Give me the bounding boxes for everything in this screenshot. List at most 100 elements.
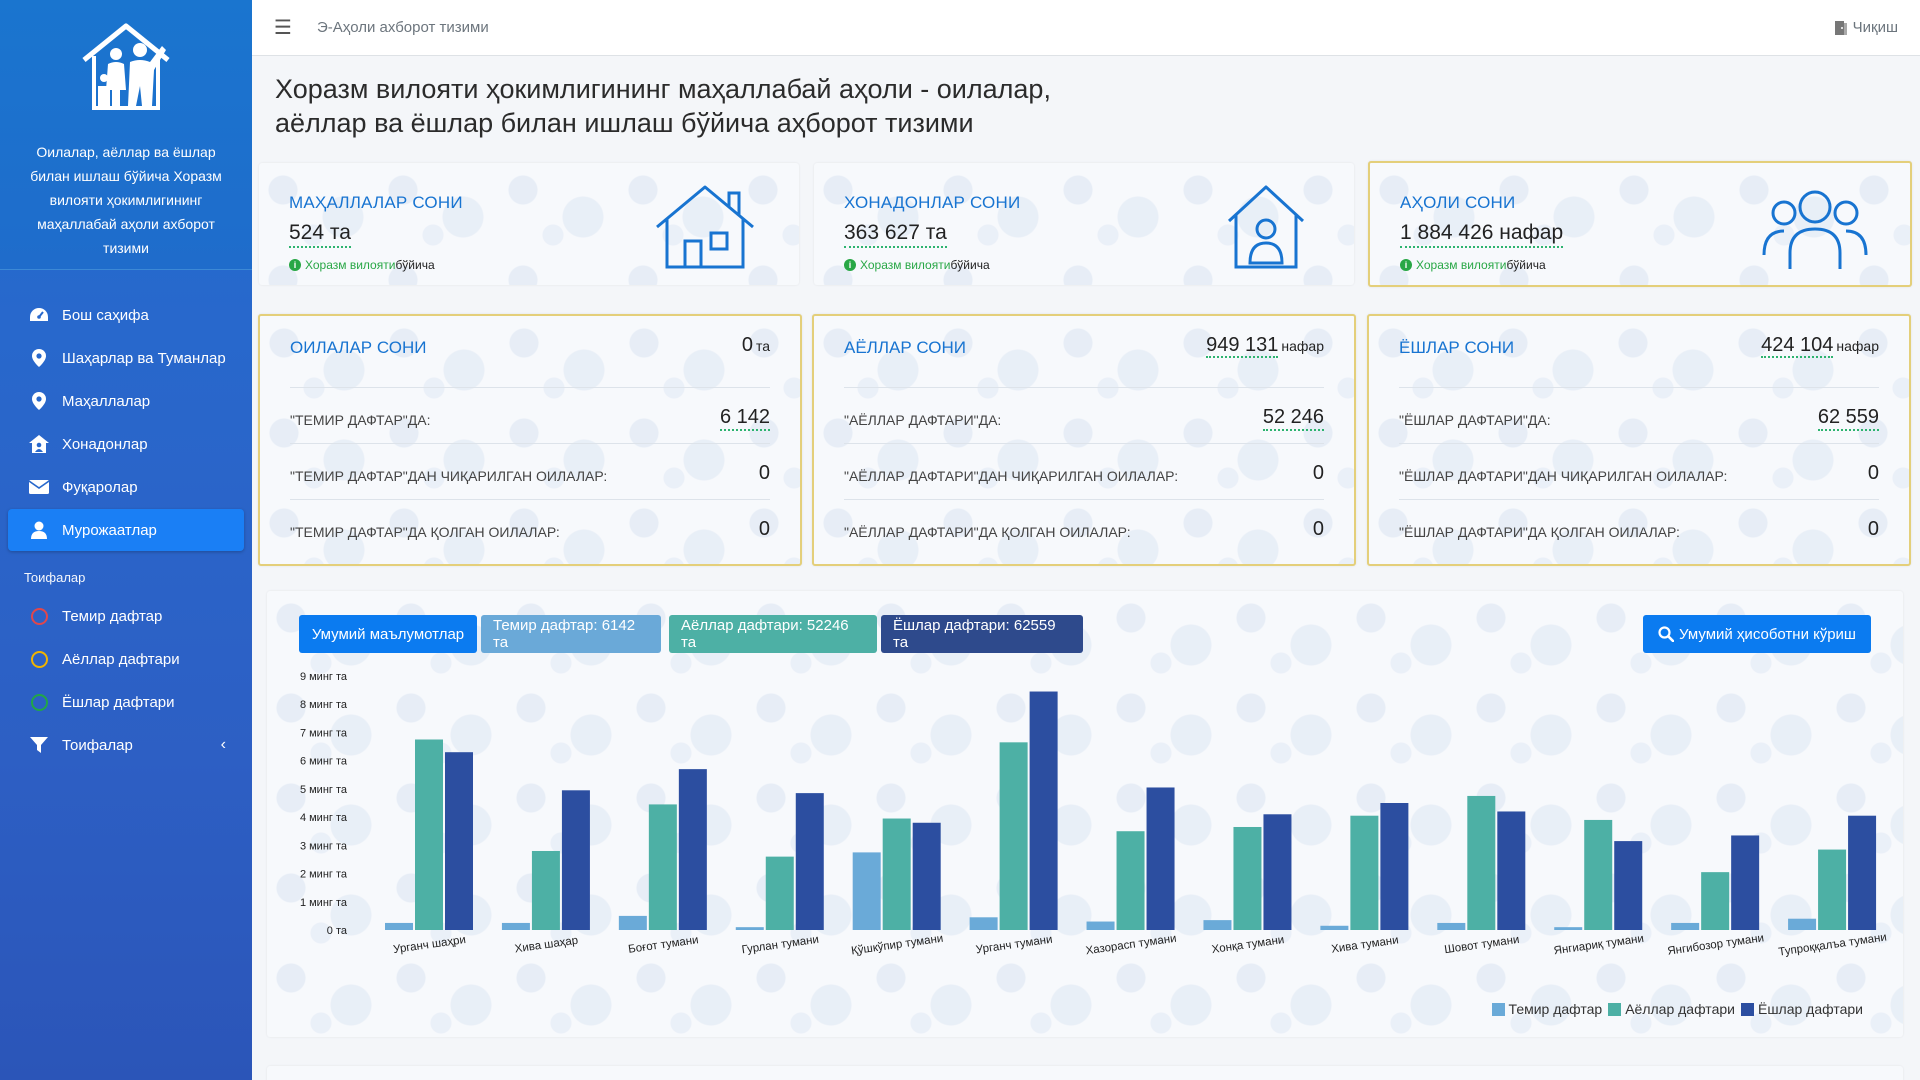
nav-label: Тоифалар xyxy=(62,736,133,754)
stat-row: "ЁШЛАР ДАФТАРИ"ДА ҚОЛГАН ОИЛАЛАР: 0 xyxy=(1399,500,1879,556)
chart-bar xyxy=(1116,831,1145,930)
stat-card-mahallas: МАҲАЛЛАЛАР СОНИ 524 та i Хоразм вилояти б… xyxy=(259,163,799,285)
top-navbar: ☰ Э-Аҳоли ахборот тизими Чиқиш xyxy=(252,0,1920,56)
general-info-button[interactable]: Умумий маълумотлар xyxy=(299,615,477,653)
chart-bar xyxy=(618,915,647,930)
chart-bar xyxy=(1320,925,1349,930)
iron-notebook-button[interactable]: Темир дафтар: 6142 та xyxy=(481,615,661,653)
card-header: ОИЛАЛАР СОНИ 0 та xyxy=(290,334,770,388)
chart-bar xyxy=(1380,803,1409,930)
nav-label: Аёллар дафтари xyxy=(62,650,180,668)
stat-note: i Хоразм вилояти бўйича xyxy=(1400,258,1546,272)
page-title: Хоразм вилояти ҳокимлигининг маҳаллабай … xyxy=(275,72,1175,140)
card-title: ОИЛАЛАР СОНИ xyxy=(290,338,427,357)
chart-bar xyxy=(852,852,881,930)
chart-bar xyxy=(1437,922,1466,930)
row-label: "АЁЛЛАР ДАФТАРИ"ДАН ЧИҚАРИЛГАН ОИЛАЛАР: xyxy=(844,468,1179,484)
nav-label: Фуқаролар xyxy=(62,478,138,496)
chart-bar xyxy=(1848,815,1877,930)
chart-bar xyxy=(385,922,413,930)
y-tick-label: 6 минг та xyxy=(300,756,348,768)
chart-bar xyxy=(1350,815,1379,930)
total-value: 0 xyxy=(741,334,753,356)
house-user-icon xyxy=(28,434,50,454)
nav-item-cities[interactable]: Шаҳарлар ва Туманлар xyxy=(8,337,244,379)
stat-label: АҲОЛИ СОНИ xyxy=(1400,193,1516,212)
families-card: ОИЛАЛАР СОНИ 0 та "ТЕМИР ДАФТАР"ДА: 6 142… xyxy=(258,314,802,566)
stat-note-suffix: бўйича xyxy=(1506,258,1546,272)
nav-item-appeals[interactable]: Мурожаатлар xyxy=(8,509,244,551)
nav-section-header: Тоифалар xyxy=(24,570,86,585)
y-tick-label: 7 минг та xyxy=(300,727,348,739)
women-notebook-button[interactable]: Аёллар дафтари: 52246 та xyxy=(669,615,877,653)
stat-label: ХОНАДОНЛАР СОНИ xyxy=(844,193,1021,212)
nav-item-youth-notebook[interactable]: Ёшлар дафтари xyxy=(8,681,244,723)
nav-item-home[interactable]: Бош саҳифа xyxy=(8,294,244,336)
filter-icon xyxy=(28,735,50,755)
stat-row: "АЁЛЛАР ДАФТАРИ"ДАН ЧИҚАРИЛГАН ОИЛАЛАР: … xyxy=(844,444,1324,500)
nav-item-categories[interactable]: Тоифалар ‹ xyxy=(8,724,244,766)
card-total: 424 104 нафар xyxy=(1761,334,1879,358)
door-icon xyxy=(1834,20,1847,35)
chart-bar xyxy=(1203,920,1232,930)
nav-item-mahallas[interactable]: Маҳаллалар xyxy=(8,380,244,422)
row-value: 0 xyxy=(1867,462,1879,484)
chart-bar xyxy=(795,793,824,930)
view-report-button[interactable]: Умумий ҳисоботни кўриш xyxy=(1643,615,1871,653)
chart-bar xyxy=(1497,811,1526,930)
row-label: "ТЕМИР ДАФТАР"ДА: xyxy=(290,412,431,428)
row-value: 0 xyxy=(758,518,770,540)
legend-item-women[interactable]: Аёллар дафтари xyxy=(1608,1001,1735,1017)
row-value: 62 559 xyxy=(1817,406,1879,431)
row-label: "ТЕМИР ДАФТАР"ДАН ЧИҚАРИЛГАН ОИЛАЛАР: xyxy=(290,468,608,484)
x-tick-label: Гурлан тумани xyxy=(741,934,820,957)
map-marker-icon xyxy=(28,391,50,411)
nav-item-households[interactable]: Хонадонлар xyxy=(8,423,244,465)
x-tick-label: Урганч тумани xyxy=(975,934,1053,957)
hamburger-menu-icon[interactable]: ☰ xyxy=(274,15,292,40)
chart-bar xyxy=(1818,849,1847,930)
legend-item-iron[interactable]: Темир дафтар xyxy=(1491,1001,1603,1017)
row-label: "ТЕМИР ДАФТАР"ДА ҚОЛГАН ОИЛАЛАР: xyxy=(290,524,560,540)
chevron-left-icon: ‹ xyxy=(220,736,226,753)
family-house-logo xyxy=(82,23,170,110)
y-tick-label: 2 минг та xyxy=(300,869,348,881)
nav-item-women-notebook[interactable]: Аёллар дафтари xyxy=(8,638,244,680)
x-tick-label: Тупроққалъа тумани xyxy=(1778,931,1888,958)
stat-note-region: Хоразм вилояти xyxy=(1416,258,1507,272)
youth-notebook-button[interactable]: Ёшлар дафтари: 62559 та xyxy=(881,615,1083,653)
sidebar: Оилалар, аёллар ва ёшлар билан ишлаш бўй… xyxy=(0,0,252,1080)
circle-icon xyxy=(30,607,48,625)
main-nav: Бош саҳифа Шаҳарлар ва Туманлар Маҳаллал… xyxy=(0,294,252,766)
logout-button[interactable]: Чиқиш xyxy=(1833,19,1898,36)
row-value: 0 xyxy=(1312,518,1324,540)
page-title-line1: Хоразм вилояти ҳокимлигининг маҳаллабай … xyxy=(275,74,1051,104)
legend-label: Ёшлар дафтари xyxy=(1757,1001,1863,1017)
x-tick-label: Боғот тумани xyxy=(628,934,700,956)
chart-bar xyxy=(445,752,473,930)
house-user-icon xyxy=(1227,185,1305,269)
legend-label: Темир дафтар xyxy=(1508,1001,1603,1017)
x-tick-label: Қўшкўпир тумани xyxy=(850,933,944,958)
envelope-icon xyxy=(28,477,50,497)
stat-note-suffix: бўйича xyxy=(395,258,435,272)
card-header: АЁЛЛАР СОНИ 949 131 нафар xyxy=(844,334,1324,388)
nav-item-iron-notebook[interactable]: Темир дафтар xyxy=(8,595,244,637)
total-unit: та xyxy=(755,338,770,354)
circle-icon xyxy=(30,693,48,711)
brand-text: Оилалар, аёллар ва ёшлар билан ишлаш бўй… xyxy=(30,144,222,256)
nav-item-citizens[interactable]: Фуқаролар xyxy=(8,466,244,508)
total-unit: нафар xyxy=(1836,338,1879,354)
legend-label: Аёллар дафтари xyxy=(1625,1001,1735,1017)
stat-card-households: ХОНАДОНЛАР СОНИ 363 627 та i Хоразм вилоя… xyxy=(814,163,1354,285)
chart-bar xyxy=(735,927,764,930)
row-value: 0 xyxy=(758,462,770,484)
info-icon: i xyxy=(1400,259,1412,271)
legend-swatch xyxy=(1608,1002,1622,1016)
legend-item-youth[interactable]: Ёшлар дафтари xyxy=(1740,1001,1863,1017)
x-tick-label: Хонқа тумани xyxy=(1211,934,1285,956)
card-total: 0 та xyxy=(742,334,770,357)
x-tick-label: Урганч шаҳри xyxy=(392,934,466,956)
x-tick-label: Хазорасп тумани xyxy=(1085,933,1177,958)
row-value: 0 xyxy=(1312,462,1324,484)
